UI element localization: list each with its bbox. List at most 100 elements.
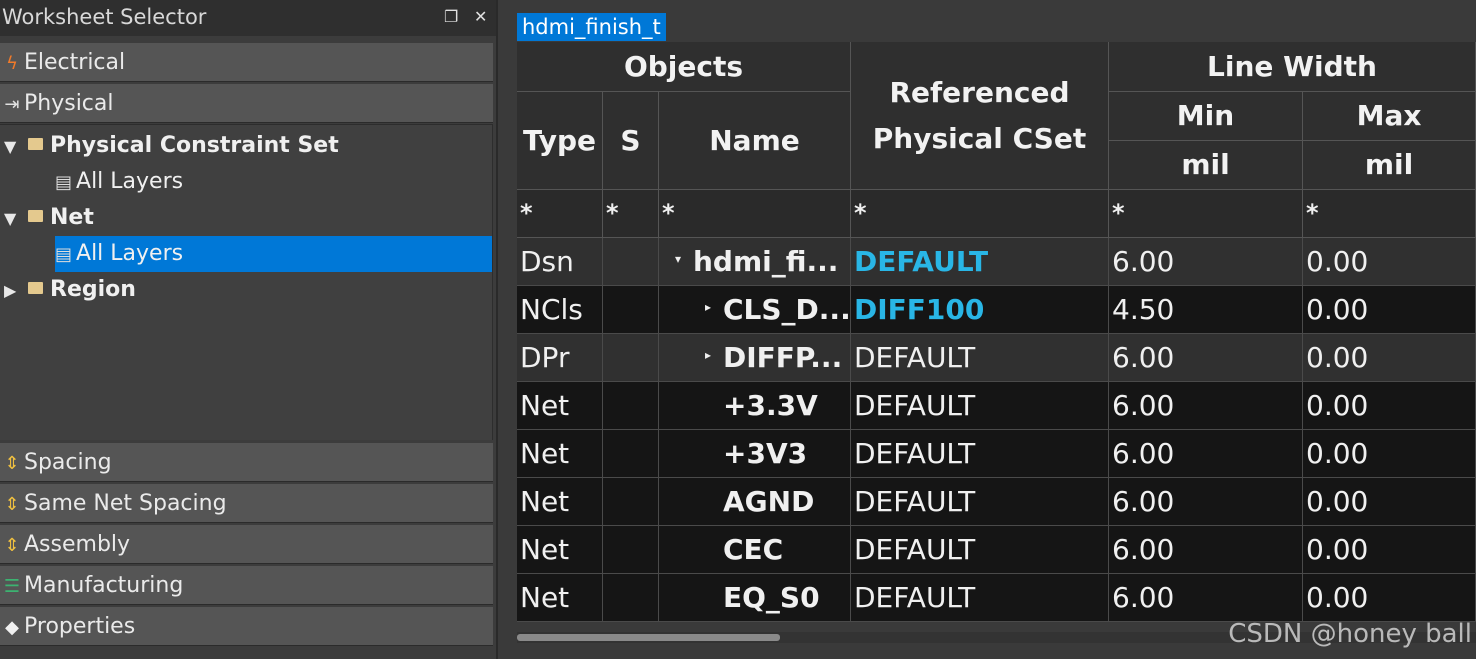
layers-stack-icon: ☰ bbox=[3, 576, 21, 597]
tree-item-label: Net bbox=[50, 205, 94, 230]
section-physical[interactable]: ⇥ Physical bbox=[0, 84, 493, 123]
cell-name: AGND bbox=[659, 478, 851, 526]
cell-s bbox=[603, 526, 659, 574]
cell-cset[interactable]: DEFAULT bbox=[851, 430, 1109, 478]
cell-cset[interactable]: DEFAULT bbox=[851, 238, 1109, 286]
cell-cset[interactable]: DEFAULT bbox=[851, 334, 1109, 382]
header-s[interactable]: S bbox=[603, 92, 659, 190]
collapse-triangle-icon[interactable]: ▾ bbox=[669, 238, 687, 283]
filter-name[interactable]: * bbox=[659, 190, 851, 238]
row-max: 0.00 bbox=[1306, 437, 1369, 470]
cell-min[interactable]: 6.00 bbox=[1109, 238, 1303, 286]
cell-min[interactable]: 6.00 bbox=[1109, 430, 1303, 478]
cell-min[interactable]: 6.00 bbox=[1109, 478, 1303, 526]
row-name: +3.3V bbox=[723, 389, 818, 422]
section-label: Same Net Spacing bbox=[24, 491, 227, 516]
cell-name: ▸ DIFFP... bbox=[659, 334, 851, 382]
expanded-triangle-icon[interactable]: ▼ bbox=[4, 129, 22, 165]
cell-type: Dsn bbox=[517, 238, 603, 286]
section-electrical[interactable]: ϟ Electrical bbox=[0, 43, 493, 82]
cell-cset[interactable]: DEFAULT bbox=[851, 526, 1109, 574]
cell-s bbox=[603, 478, 659, 526]
filter-max[interactable]: * bbox=[1303, 190, 1476, 238]
cell-max[interactable]: 0.00 bbox=[1303, 574, 1476, 622]
cell-max[interactable]: 0.00 bbox=[1303, 526, 1476, 574]
tree-item-label: All Layers bbox=[76, 241, 184, 266]
header-name[interactable]: Name bbox=[659, 92, 851, 190]
tab-hdmi-finish[interactable]: hdmi_finish_t bbox=[517, 13, 666, 41]
cell-max[interactable]: 0.00 bbox=[1303, 382, 1476, 430]
expanded-triangle-icon[interactable]: ▼ bbox=[4, 201, 22, 237]
row-min: 4.50 bbox=[1112, 293, 1175, 326]
cell-max[interactable]: 0.00 bbox=[1303, 286, 1476, 334]
row-min: 6.00 bbox=[1112, 581, 1175, 614]
watermark: CSDN @honey ball bbox=[1228, 619, 1472, 649]
filter-s[interactable]: * bbox=[603, 190, 659, 238]
section-assembly[interactable]: ⇕ Assembly bbox=[0, 525, 493, 564]
row-cset: DEFAULT bbox=[854, 437, 976, 470]
row-name: +3V3 bbox=[723, 437, 808, 470]
layers-table-icon: ▤ bbox=[55, 244, 73, 265]
cell-min[interactable]: 6.00 bbox=[1109, 382, 1303, 430]
folder-icon bbox=[28, 210, 43, 222]
cell-s bbox=[603, 286, 659, 334]
row-name: DIFFP... bbox=[723, 341, 843, 374]
cell-min[interactable]: 6.00 bbox=[1109, 574, 1303, 622]
cell-max[interactable]: 0.00 bbox=[1303, 238, 1476, 286]
section-label: Properties bbox=[24, 614, 136, 639]
tree-item-label: Physical Constraint Set bbox=[50, 133, 339, 158]
section-same-net-spacing[interactable]: ⇕ Same Net Spacing bbox=[0, 484, 493, 523]
row-min: 6.00 bbox=[1112, 389, 1175, 422]
folder-icon bbox=[28, 282, 43, 294]
section-spacing[interactable]: ⇕ Spacing bbox=[0, 443, 493, 482]
filter-type[interactable]: * bbox=[517, 190, 603, 238]
row-name: CEC bbox=[723, 533, 784, 566]
cell-name: +3V3 bbox=[659, 430, 851, 478]
row-type: Dsn bbox=[520, 245, 574, 278]
tree-item-region[interactable]: ▶ Region bbox=[4, 272, 492, 308]
cell-type: Net bbox=[517, 430, 603, 478]
cell-max[interactable]: 0.00 bbox=[1303, 334, 1476, 382]
tree-item-net[interactable]: ▼ Net bbox=[4, 200, 492, 236]
header-max[interactable]: Max bbox=[1303, 92, 1476, 141]
cell-cset[interactable]: DIFF100 bbox=[851, 286, 1109, 334]
layers-table-icon: ▤ bbox=[55, 172, 73, 193]
header-min[interactable]: Min bbox=[1109, 92, 1303, 141]
row-min: 6.00 bbox=[1112, 485, 1175, 518]
expand-triangle-icon[interactable]: ▸ bbox=[699, 286, 717, 331]
cell-cset[interactable]: DEFAULT bbox=[851, 574, 1109, 622]
cell-type: Net bbox=[517, 574, 603, 622]
cell-min[interactable]: 6.00 bbox=[1109, 526, 1303, 574]
cell-s bbox=[603, 238, 659, 286]
collapsed-triangle-icon[interactable]: ▶ bbox=[4, 273, 22, 309]
cell-cset[interactable]: DEFAULT bbox=[851, 478, 1109, 526]
worksheet-selector-panel: Worksheet Selector ❐ ✕ ▼ Physical Constra… bbox=[0, 0, 496, 659]
cell-max[interactable]: 0.00 bbox=[1303, 430, 1476, 478]
row-max: 0.00 bbox=[1306, 533, 1369, 566]
row-min: 6.00 bbox=[1112, 245, 1175, 278]
filter-min[interactable]: * bbox=[1109, 190, 1303, 238]
tag-icon: ◆ bbox=[5, 617, 19, 638]
tree-item-physical-constraint-set[interactable]: ▼ Physical Constraint Set bbox=[4, 128, 492, 164]
close-icon[interactable]: ✕ bbox=[474, 0, 487, 34]
expand-triangle-icon[interactable]: ▸ bbox=[699, 334, 717, 379]
spacing-icon: ⇕ bbox=[4, 535, 20, 556]
tree-item-all-layers[interactable]: ▤ All Layers bbox=[55, 236, 492, 272]
section-manufacturing[interactable]: ☰ Manufacturing bbox=[0, 566, 493, 605]
cell-type: DPr bbox=[517, 334, 603, 382]
section-properties[interactable]: ◆ Properties bbox=[0, 607, 493, 646]
filter-cset[interactable]: * bbox=[851, 190, 1109, 238]
float-icon[interactable]: ❐ bbox=[444, 0, 458, 34]
cell-cset[interactable]: DEFAULT bbox=[851, 382, 1109, 430]
row-max: 0.00 bbox=[1306, 341, 1369, 374]
header-type[interactable]: Type bbox=[517, 92, 603, 190]
cell-min[interactable]: 4.50 bbox=[1109, 286, 1303, 334]
section-label: Physical bbox=[24, 91, 114, 116]
tree-item-all-layers[interactable]: ▤ All Layers bbox=[55, 164, 492, 200]
cell-min[interactable]: 6.00 bbox=[1109, 334, 1303, 382]
row-cset: DIFF100 bbox=[854, 293, 985, 326]
row-cset: DEFAULT bbox=[854, 341, 976, 374]
panel-title-bar: Worksheet Selector ❐ ✕ bbox=[0, 0, 496, 36]
cell-max[interactable]: 0.00 bbox=[1303, 478, 1476, 526]
horizontal-scroll-thumb[interactable] bbox=[517, 634, 780, 641]
